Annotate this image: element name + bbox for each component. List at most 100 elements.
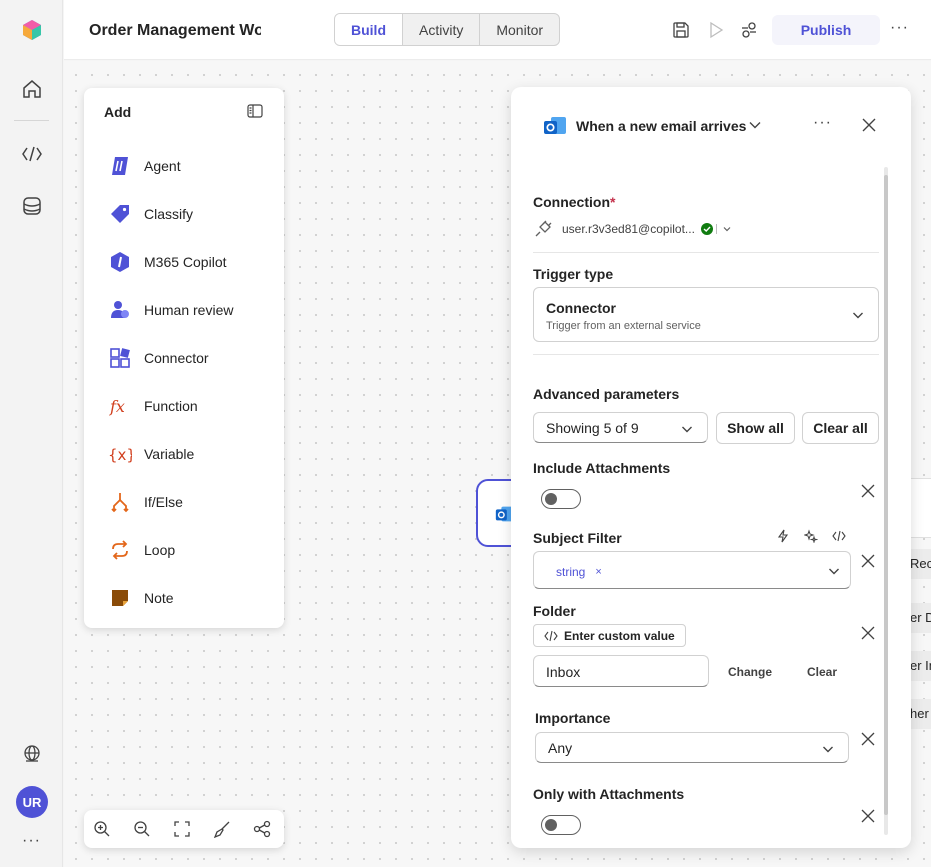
- importance-dropdown[interactable]: Any: [535, 732, 849, 763]
- clean-up-icon[interactable]: [213, 820, 231, 839]
- connector-icon: [108, 346, 132, 370]
- chevron-down-icon: [829, 568, 839, 575]
- properties-panel: When a new email arrives ··· Connection*…: [511, 87, 911, 848]
- layers-icon[interactable]: [20, 194, 44, 218]
- add-item-function[interactable]: fx Function: [108, 394, 268, 418]
- trigger-title[interactable]: When a new email arrives: [576, 118, 746, 134]
- connected-check-icon: [700, 223, 713, 235]
- close-icon[interactable]: [861, 117, 877, 133]
- advanced-parameters-dropdown[interactable]: Showing 5 of 9: [533, 412, 708, 443]
- clear-all-button[interactable]: Clear all: [802, 412, 879, 444]
- add-item-label: Classify: [144, 206, 194, 222]
- trigger-type-description: Trigger from an external service: [546, 320, 701, 332]
- tag-label: string: [556, 565, 586, 579]
- share-graph-icon[interactable]: [253, 820, 271, 838]
- section-divider: [533, 354, 879, 355]
- chevron-down-icon: [823, 746, 833, 753]
- variable-icon: {x}: [108, 442, 132, 466]
- workflow-title[interactable]: Order Management Wo: [89, 22, 261, 40]
- chevron-down-icon[interactable]: [722, 224, 732, 234]
- app-logo-icon[interactable]: [20, 18, 44, 42]
- only-with-attachments-toggle[interactable]: [541, 815, 581, 835]
- add-item-if-else[interactable]: If/Else: [108, 490, 268, 514]
- header-more-icon[interactable]: ···: [890, 19, 909, 37]
- importance-label: Importance: [535, 710, 611, 726]
- chevron-down-icon[interactable]: [748, 118, 762, 132]
- run-icon[interactable]: [706, 20, 726, 40]
- remove-parameter-icon[interactable]: [861, 732, 875, 746]
- add-panel-title: Add: [104, 104, 132, 120]
- add-item-note[interactable]: Note: [108, 586, 268, 610]
- folder-clear-button[interactable]: Clear: [807, 665, 837, 679]
- function-icon: fx: [108, 394, 132, 418]
- home-icon[interactable]: [20, 77, 44, 101]
- add-item-loop[interactable]: Loop: [108, 538, 268, 562]
- connection-label: Connection*: [533, 194, 616, 210]
- tag-remove-icon[interactable]: ×: [595, 566, 601, 578]
- human-review-icon: [108, 298, 132, 322]
- show-all-button[interactable]: Show all: [716, 412, 795, 444]
- code-brackets-icon[interactable]: [20, 142, 44, 166]
- remove-parameter-icon[interactable]: [861, 484, 875, 498]
- add-item-variable[interactable]: {x} Variable: [108, 442, 268, 466]
- subject-filter-tag[interactable]: string ×: [548, 561, 610, 583]
- avatar[interactable]: UR: [16, 786, 48, 818]
- scrollbar-thumb[interactable]: [884, 175, 888, 815]
- folder-input[interactable]: Inbox: [533, 655, 709, 687]
- tab-monitor[interactable]: Monitor: [479, 14, 559, 45]
- connection-selector[interactable]: user.r3v3ed81@copilot...: [533, 219, 732, 239]
- folder-value: Inbox: [546, 664, 581, 680]
- add-item-label: Connector: [144, 350, 209, 366]
- lightning-icon[interactable]: [776, 529, 790, 543]
- add-item-label: Loop: [144, 542, 176, 558]
- remove-parameter-icon[interactable]: [861, 554, 875, 568]
- sparkle-icon[interactable]: [804, 529, 818, 543]
- save-icon[interactable]: [671, 20, 691, 40]
- trigger-type-label: Trigger type: [533, 266, 614, 282]
- more-icon[interactable]: ···: [22, 832, 41, 850]
- branch-icon: [108, 490, 132, 514]
- view-tabs: Build Activity Monitor: [334, 13, 561, 46]
- publish-button[interactable]: Publish: [772, 15, 880, 45]
- toggle-knob: [545, 493, 557, 505]
- add-item-classify[interactable]: Classify: [108, 202, 268, 226]
- note-icon: [108, 586, 132, 610]
- collapse-panel-icon[interactable]: [246, 102, 266, 122]
- tab-build[interactable]: Build: [335, 14, 402, 45]
- add-item-m365-copilot[interactable]: M365 Copilot: [108, 250, 268, 274]
- code-icon[interactable]: [832, 529, 846, 543]
- panel-more-icon[interactable]: ···: [813, 114, 832, 132]
- add-item-label: Function: [144, 398, 198, 414]
- globe-icon[interactable]: [20, 742, 44, 766]
- tab-activity[interactable]: Activity: [402, 14, 479, 45]
- required-mark: *: [610, 194, 616, 210]
- advanced-showing: Showing 5 of 9: [546, 420, 639, 436]
- add-item-agent[interactable]: Agent: [108, 154, 268, 178]
- divider: [715, 224, 717, 234]
- left-rail: UR ···: [0, 0, 63, 867]
- add-item-connector[interactable]: Connector: [108, 346, 268, 370]
- remove-parameter-icon[interactable]: [861, 626, 875, 640]
- add-item-human-review[interactable]: Human review: [108, 298, 268, 322]
- include-attachments-toggle[interactable]: [541, 489, 581, 509]
- add-item-label: If/Else: [144, 494, 183, 510]
- remove-parameter-icon[interactable]: [861, 809, 875, 823]
- enter-custom-value-button[interactable]: Enter custom value: [533, 624, 686, 647]
- svg-text:fx: fx: [109, 397, 125, 416]
- connections-icon[interactable]: [739, 20, 759, 40]
- folder-label: Folder: [533, 603, 576, 619]
- top-header: Order Management Wo Build Activity Monit…: [64, 0, 931, 60]
- add-item-label: Note: [144, 590, 174, 606]
- code-icon: [544, 630, 558, 641]
- fit-view-icon[interactable]: [173, 820, 191, 838]
- zoom-in-icon[interactable]: [93, 820, 111, 838]
- folder-change-button[interactable]: Change: [728, 665, 772, 679]
- zoom-out-icon[interactable]: [133, 820, 151, 838]
- importance-value: Any: [548, 740, 573, 756]
- subject-filter-label: Subject Filter: [533, 530, 622, 546]
- trigger-type-value: Connector: [546, 300, 616, 316]
- trigger-type-dropdown[interactable]: Connector Trigger from an external servi…: [533, 287, 879, 342]
- add-panel: Add Agent Classify M365 Copilot Human re…: [84, 88, 284, 628]
- subject-filter-input[interactable]: string ×: [533, 551, 851, 589]
- toggle-knob: [545, 819, 557, 831]
